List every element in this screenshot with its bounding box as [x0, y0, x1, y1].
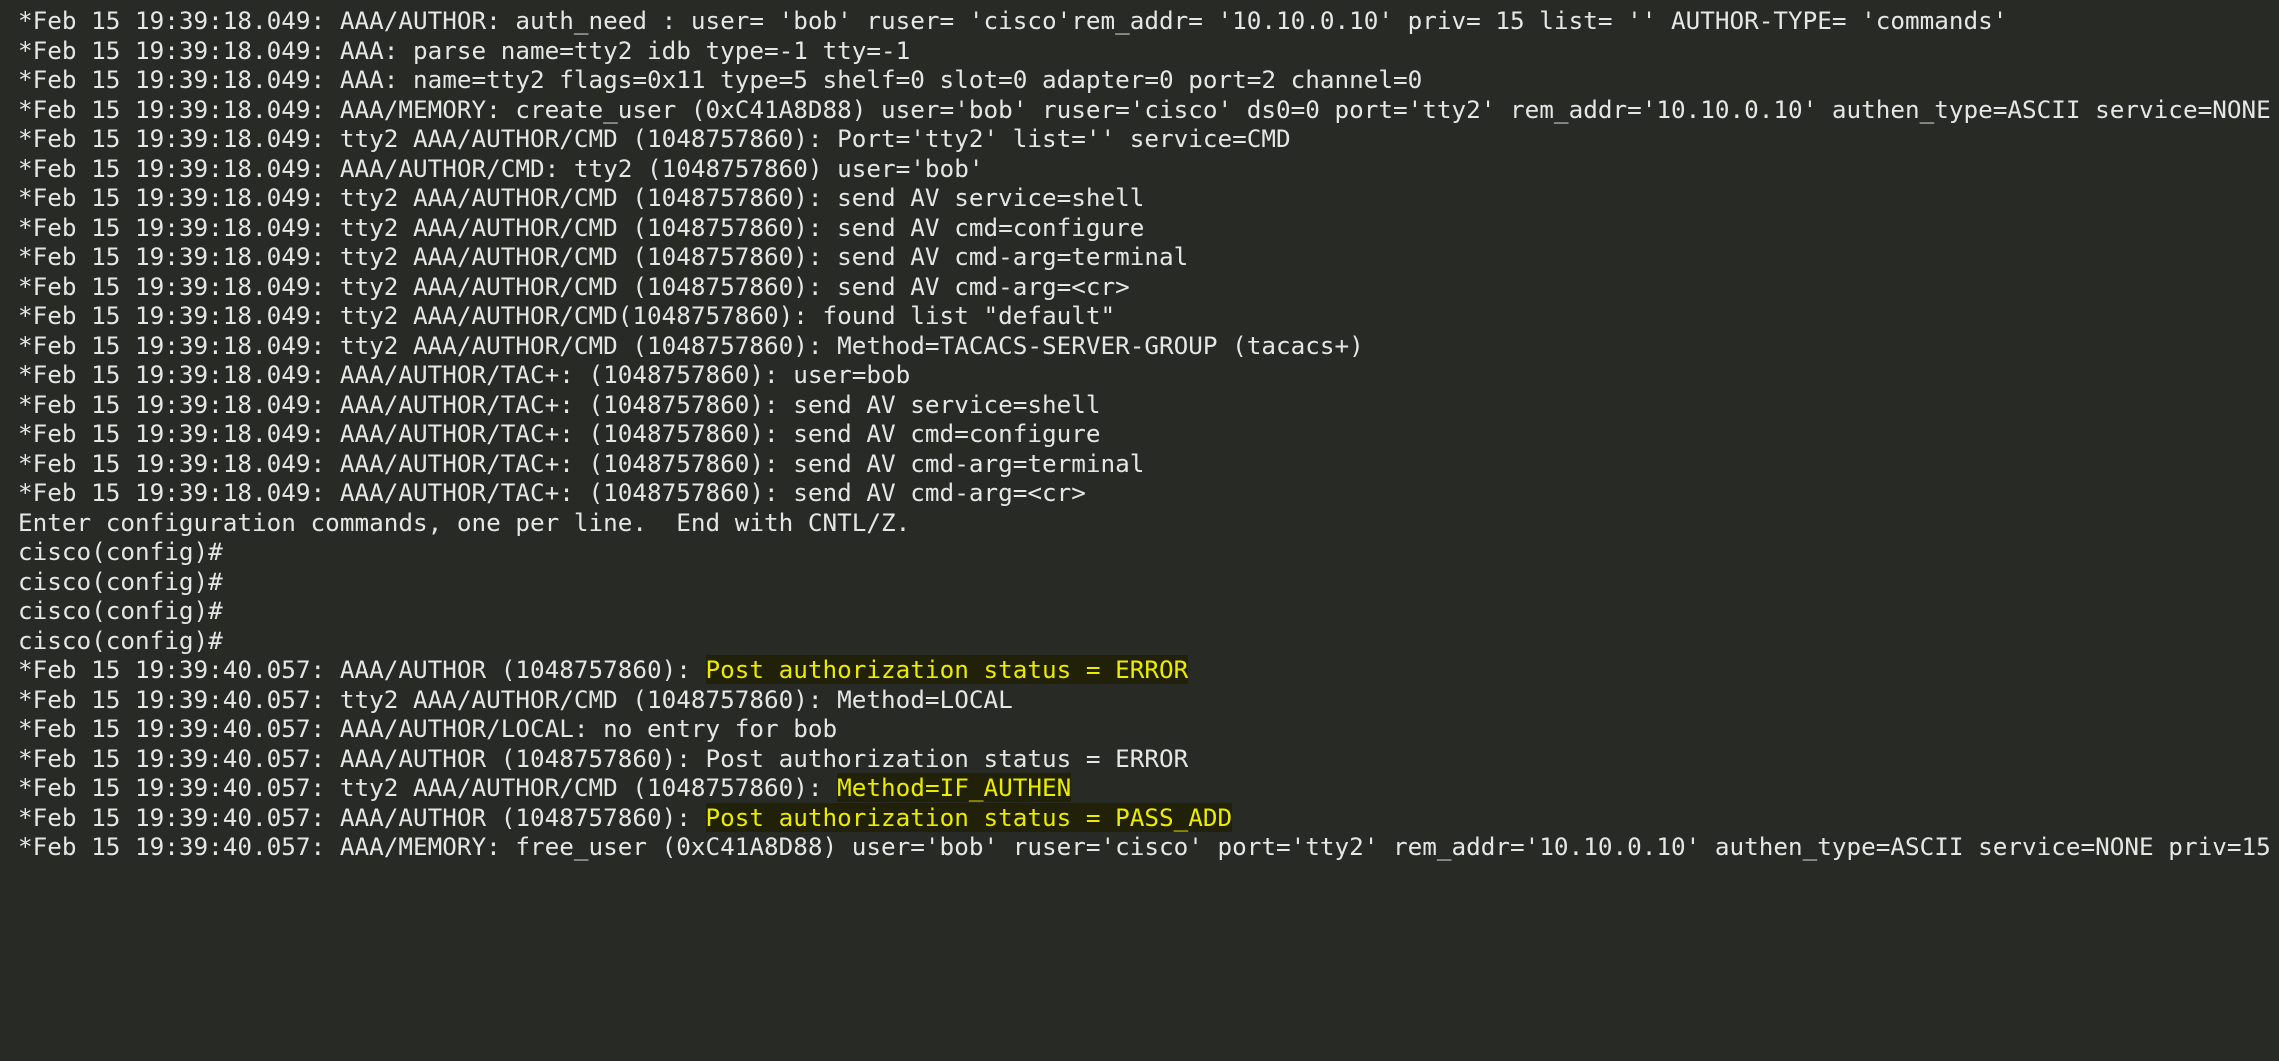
terminal-line: *Feb 15 19:39:40.057: AAA/MEMORY: free_u…	[18, 832, 2279, 862]
log-text: *Feb 15 19:39:18.049: AAA: name=tty2 fla…	[18, 65, 1423, 94]
log-text: cisco(config)#	[18, 596, 223, 625]
terminal-line: *Feb 15 19:39:18.049: AAA/MEMORY: create…	[18, 95, 2279, 125]
log-text: *Feb 15 19:39:18.049: AAA/AUTHOR/TAC+: (…	[18, 448, 1145, 478]
terminal-line: *Feb 15 19:39:40.057: tty2 AAA/AUTHOR/CM…	[18, 773, 2279, 803]
highlighted-text: Method=IF_AUTHEN	[837, 773, 1072, 802]
terminal-line: *Feb 15 19:39:40.057: AAA/AUTHOR (104875…	[18, 655, 2279, 685]
log-text: *Feb 15 19:39:40.057: AAA/AUTHOR (104875…	[18, 802, 706, 832]
terminal-line: *Feb 15 19:39:18.049: AAA/AUTHOR/TAC+: (…	[18, 478, 2279, 508]
terminal-line: *Feb 15 19:39:40.057: AAA/AUTHOR (104875…	[18, 802, 2279, 833]
terminal-line: *Feb 15 19:39:18.049: AAA: parse name=tt…	[18, 36, 2279, 66]
log-text: *Feb 15 19:39:40.057: tty2 AAA/AUTHOR/CM…	[18, 773, 838, 802]
log-text: *Feb 15 19:39:18.049: tty2 AAA/AUTHOR/CM…	[18, 301, 1116, 330]
log-text: *Feb 15 19:39:40.057: AAA/AUTHOR (104875…	[18, 743, 1189, 773]
log-text: *Feb 15 19:39:18.049: AAA/AUTHOR/TAC+: (…	[18, 478, 1086, 507]
terminal-window[interactable]: *Feb 15 19:39:18.049: AAA/AUTHOR: auth_n…	[0, 0, 2279, 1061]
terminal-line: *Feb 15 19:39:18.049: AAA/AUTHOR/CMD: tt…	[18, 154, 2279, 184]
log-text: *Feb 15 19:39:18.049: AAA/AUTHOR/TAC+: (…	[18, 360, 911, 389]
terminal-line: *Feb 15 19:39:40.057: AAA/AUTHOR/LOCAL: …	[18, 714, 2279, 744]
highlighted-text: Post authorization status = PASS_ADD	[705, 802, 1233, 832]
log-text: cisco(config)#	[18, 537, 223, 566]
terminal-line: *Feb 15 19:39:18.049: tty2 AAA/AUTHOR/CM…	[18, 331, 2279, 361]
terminal-line: *Feb 15 19:39:18.049: tty2 AAA/AUTHOR/CM…	[18, 242, 2279, 272]
terminal-line: *Feb 15 19:39:18.049: AAA/AUTHOR: auth_n…	[18, 6, 2279, 36]
log-text: *Feb 15 19:39:18.049: tty2 AAA/AUTHOR/CM…	[18, 183, 1145, 212]
terminal-line: cisco(config)#	[18, 537, 2279, 567]
terminal-line: cisco(config)#	[18, 626, 2279, 656]
log-text: *Feb 15 19:39:18.049: AAA/AUTHOR/TAC+: (…	[18, 389, 1101, 419]
terminal-line: *Feb 15 19:39:18.049: tty2 AAA/AUTHOR/CM…	[18, 301, 2279, 331]
terminal-line: *Feb 15 19:39:40.057: tty2 AAA/AUTHOR/CM…	[18, 685, 2279, 715]
terminal-line: *Feb 15 19:39:18.049: AAA/AUTHOR/TAC+: (…	[18, 449, 2279, 479]
log-text: *Feb 15 19:39:18.049: tty2 AAA/AUTHOR/CM…	[18, 271, 1130, 301]
terminal-line: *Feb 15 19:39:18.049: tty2 AAA/AUTHOR/CM…	[18, 124, 2279, 154]
log-text: *Feb 15 19:39:40.057: AAA/AUTHOR (104875…	[18, 655, 706, 684]
log-text: *Feb 15 19:39:18.049: AAA/AUTHOR/CMD: tt…	[18, 153, 984, 183]
log-text: *Feb 15 19:39:18.049: AAA/AUTHOR: auth_n…	[18, 6, 2008, 35]
terminal-line: *Feb 15 19:39:18.049: AAA: name=tty2 fla…	[18, 65, 2279, 95]
terminal-line: *Feb 15 19:39:18.049: AAA/AUTHOR/TAC+: (…	[18, 360, 2279, 390]
terminal-line: *Feb 15 19:39:18.049: tty2 AAA/AUTHOR/CM…	[18, 272, 2279, 302]
terminal-line: *Feb 15 19:39:18.049: tty2 AAA/AUTHOR/CM…	[18, 213, 2279, 243]
log-text: *Feb 15 19:39:18.049: AAA/MEMORY: create…	[18, 94, 2271, 124]
log-text: *Feb 15 19:39:18.049: tty2 AAA/AUTHOR/CM…	[18, 124, 1291, 153]
log-text: *Feb 15 19:39:18.049: tty2 AAA/AUTHOR/CM…	[18, 242, 1189, 271]
highlighted-text: Post authorization status = ERROR	[705, 655, 1189, 684]
log-text: Enter configuration commands, one per li…	[18, 507, 911, 537]
log-text: *Feb 15 19:39:40.057: AAA/AUTHOR/LOCAL: …	[18, 714, 838, 743]
terminal-line: cisco(config)#	[18, 596, 2279, 626]
terminal-line: *Feb 15 19:39:18.049: AAA/AUTHOR/TAC+: (…	[18, 419, 2279, 449]
terminal-line: *Feb 15 19:39:40.057: AAA/AUTHOR (104875…	[18, 744, 2279, 774]
log-text: *Feb 15 19:39:40.057: tty2 AAA/AUTHOR/CM…	[18, 684, 1013, 714]
log-text: *Feb 15 19:39:18.049: AAA/AUTHOR/TAC+: (…	[18, 419, 1101, 448]
terminal-line: cisco(config)#	[18, 567, 2279, 597]
log-text: cisco(config)#	[18, 625, 223, 655]
log-text: *Feb 15 19:39:18.049: tty2 AAA/AUTHOR/CM…	[18, 330, 1364, 360]
terminal-line: *Feb 15 19:39:18.049: AAA/AUTHOR/TAC+: (…	[18, 390, 2279, 420]
log-text: *Feb 15 19:39:40.057: AAA/MEMORY: free_u…	[18, 832, 2271, 861]
terminal-output-log: *Feb 15 19:39:18.049: AAA/AUTHOR: auth_n…	[18, 6, 2279, 862]
log-text: *Feb 15 19:39:18.049: AAA: parse name=tt…	[18, 35, 911, 65]
terminal-line: *Feb 15 19:39:18.049: tty2 AAA/AUTHOR/CM…	[18, 183, 2279, 213]
terminal-line: Enter configuration commands, one per li…	[18, 508, 2279, 538]
log-text: *Feb 15 19:39:18.049: tty2 AAA/AUTHOR/CM…	[18, 212, 1145, 242]
log-text: cisco(config)#	[18, 566, 223, 596]
